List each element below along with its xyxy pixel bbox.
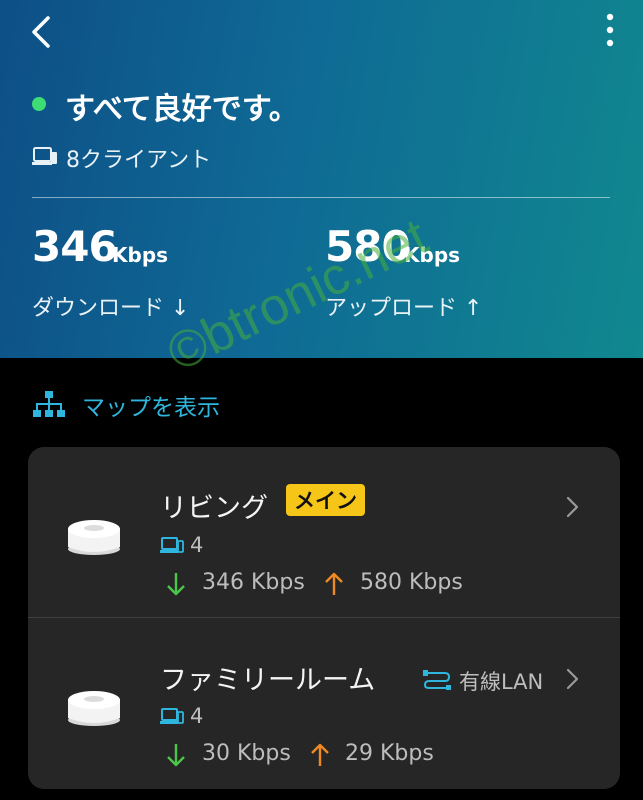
download-label: ダウンロード ↓ (32, 296, 190, 321)
back-arrow-icon[interactable] (26, 12, 60, 52)
connection-type: 有線LAN (459, 670, 544, 694)
download-arrow-icon (167, 744, 185, 767)
upload-speed-unit: Kbps (404, 243, 461, 267)
view-map-label: マップを表示 (82, 395, 220, 421)
download-speed: 346 Kbps (202, 570, 305, 595)
device-name: ファミリールーム (160, 665, 376, 696)
status-header: すべて良好です。 8クライアント 346 Kbps ダウンロード ↓ 580 K… (0, 0, 643, 358)
upload-label: アップロード ↑ (325, 296, 483, 321)
client-device-icon (160, 708, 184, 724)
download-speed-unit: Kbps (112, 243, 169, 267)
clients-count[interactable]: 8クライアント (66, 142, 211, 174)
client-count: 4 (190, 533, 204, 557)
main-badge: メイン (286, 484, 365, 516)
device-divider (28, 617, 620, 618)
status-text: すべて良好です。 (65, 92, 299, 127)
upload-speed-value: 580 (325, 222, 411, 271)
router-device-icon (68, 691, 120, 726)
router-device-icon (68, 520, 120, 555)
download-speed: 30 Kbps (202, 741, 291, 766)
chevron-right-icon (566, 668, 579, 690)
download-arrow-icon (167, 573, 185, 596)
chevron-right-icon (566, 496, 579, 518)
upload-speed: 29 Kbps (345, 741, 434, 766)
more-options-icon[interactable] (596, 10, 624, 50)
header-divider (32, 197, 610, 198)
status-dot (32, 97, 46, 111)
view-map-button[interactable]: マップを表示 (32, 385, 220, 425)
ethernet-cable-icon (423, 670, 451, 690)
network-map-icon (33, 391, 65, 417)
upload-arrow-icon (311, 743, 329, 766)
device-name: リビング (160, 493, 268, 524)
client-device-icon (160, 537, 184, 553)
upload-speed: 580 Kbps (360, 570, 463, 595)
clients-icon (32, 147, 57, 165)
download-speed-value: 346 (32, 222, 118, 271)
client-count: 4 (190, 704, 204, 728)
upload-arrow-icon (325, 572, 343, 595)
